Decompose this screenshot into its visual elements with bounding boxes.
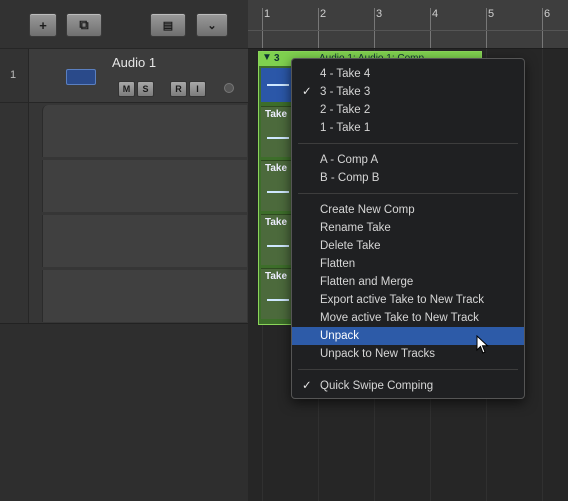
checkmark-icon: ✓ xyxy=(302,380,312,392)
record-enable-button[interactable]: R xyxy=(170,81,187,97)
menu-item-take-4[interactable]: 4 - Take 4 xyxy=(292,65,524,83)
menu-item-comp-a[interactable]: A - Comp A xyxy=(292,151,524,169)
solo-button[interactable]: S xyxy=(137,81,154,97)
track-icon xyxy=(66,69,96,85)
mute-button[interactable]: M xyxy=(118,81,135,97)
menu-item-comp-b[interactable]: B - Comp B xyxy=(292,169,524,187)
bar-ruler[interactable]: 1 2 3 4 5 6 xyxy=(248,0,568,49)
track-header-panel: + ⧉ ▤ ⌄ 1 Audio 1 M S R I xyxy=(0,0,248,501)
menu-item-quick-swipe-comping[interactable]: ✓ Quick Swipe Comping xyxy=(292,377,524,395)
track-view-button[interactable]: ▤ xyxy=(150,13,186,37)
track-menu-button[interactable]: ⌄ xyxy=(196,13,228,37)
ruler-tick xyxy=(486,8,487,48)
track-number: 1 xyxy=(0,49,29,103)
bar-number: 2 xyxy=(320,8,327,20)
grid-line xyxy=(542,49,543,501)
menu-item-flatten[interactable]: Flatten xyxy=(292,255,524,273)
take-lane-gutter xyxy=(0,103,29,324)
ruler-tick xyxy=(262,8,263,48)
menu-separator xyxy=(298,143,518,144)
input-monitor-button[interactable]: I xyxy=(189,81,206,97)
menu-item-rename-take[interactable]: Rename Take xyxy=(292,219,524,237)
ruler-tick xyxy=(542,8,543,48)
checkmark-icon: ✓ xyxy=(302,86,312,98)
add-track-button[interactable]: + xyxy=(29,13,57,37)
waveform xyxy=(267,191,289,193)
take-lane-label: Take xyxy=(265,109,288,120)
take-lane-header[interactable] xyxy=(42,105,247,157)
menu-item-take-3[interactable]: ✓ 3 - Take 3 xyxy=(292,83,524,101)
menu-item-export-take[interactable]: Export active Take to New Track xyxy=(292,291,524,309)
menu-item-take-1[interactable]: 1 - Take 1 xyxy=(292,119,524,137)
mouse-pointer-icon xyxy=(476,335,489,354)
take-lane-header[interactable] xyxy=(42,270,247,322)
bar-number: 6 xyxy=(544,8,551,20)
take-lane-label: Take xyxy=(265,217,288,228)
bar-number: 5 xyxy=(488,8,495,20)
take-lane-header[interactable] xyxy=(42,215,247,267)
duplicate-icon: ⧉ xyxy=(79,17,89,32)
ruler-tick xyxy=(374,8,375,48)
input-monitor-icon[interactable] xyxy=(224,83,234,93)
take-lane-label: Take xyxy=(265,271,288,282)
menu-item-delete-take[interactable]: Delete Take xyxy=(292,237,524,255)
take-number: 3 xyxy=(274,53,280,64)
bar-number: 3 xyxy=(376,8,383,20)
menu-separator xyxy=(298,193,518,194)
ruler-divider xyxy=(248,30,568,31)
disclosure-triangle-icon[interactable]: ▼ xyxy=(262,52,272,63)
chevron-down-icon: ⌄ xyxy=(207,19,217,32)
menu-item-move-take[interactable]: Move active Take to New Track xyxy=(292,309,524,327)
empty-header-area xyxy=(0,323,248,501)
ruler-tick xyxy=(318,8,319,48)
take-lane-header[interactable] xyxy=(42,160,247,212)
waveform xyxy=(267,84,289,86)
menu-item-take-2[interactable]: 2 - Take 2 xyxy=(292,101,524,119)
ruler-tick xyxy=(430,8,431,48)
menu-separator xyxy=(298,369,518,370)
bar-number: 1 xyxy=(264,8,271,20)
take-lane-label: Take xyxy=(265,163,288,174)
waveform xyxy=(267,137,289,139)
waveform xyxy=(267,245,289,247)
logic-pro-window: + ⧉ ▤ ⌄ 1 Audio 1 M S R I 1 2 3 4 5 6 ▼ … xyxy=(0,0,568,501)
plus-icon: + xyxy=(39,17,47,33)
menu-item-create-new-comp[interactable]: Create New Comp xyxy=(292,201,524,219)
waveform xyxy=(267,299,289,301)
track-name[interactable]: Audio 1 xyxy=(112,55,156,70)
view-icon: ▤ xyxy=(162,19,174,32)
duplicate-track-button[interactable]: ⧉ xyxy=(66,13,102,37)
menu-item-flatten-and-merge[interactable]: Flatten and Merge xyxy=(292,273,524,291)
bar-number: 4 xyxy=(432,8,439,20)
take-lane-headers xyxy=(0,102,248,324)
